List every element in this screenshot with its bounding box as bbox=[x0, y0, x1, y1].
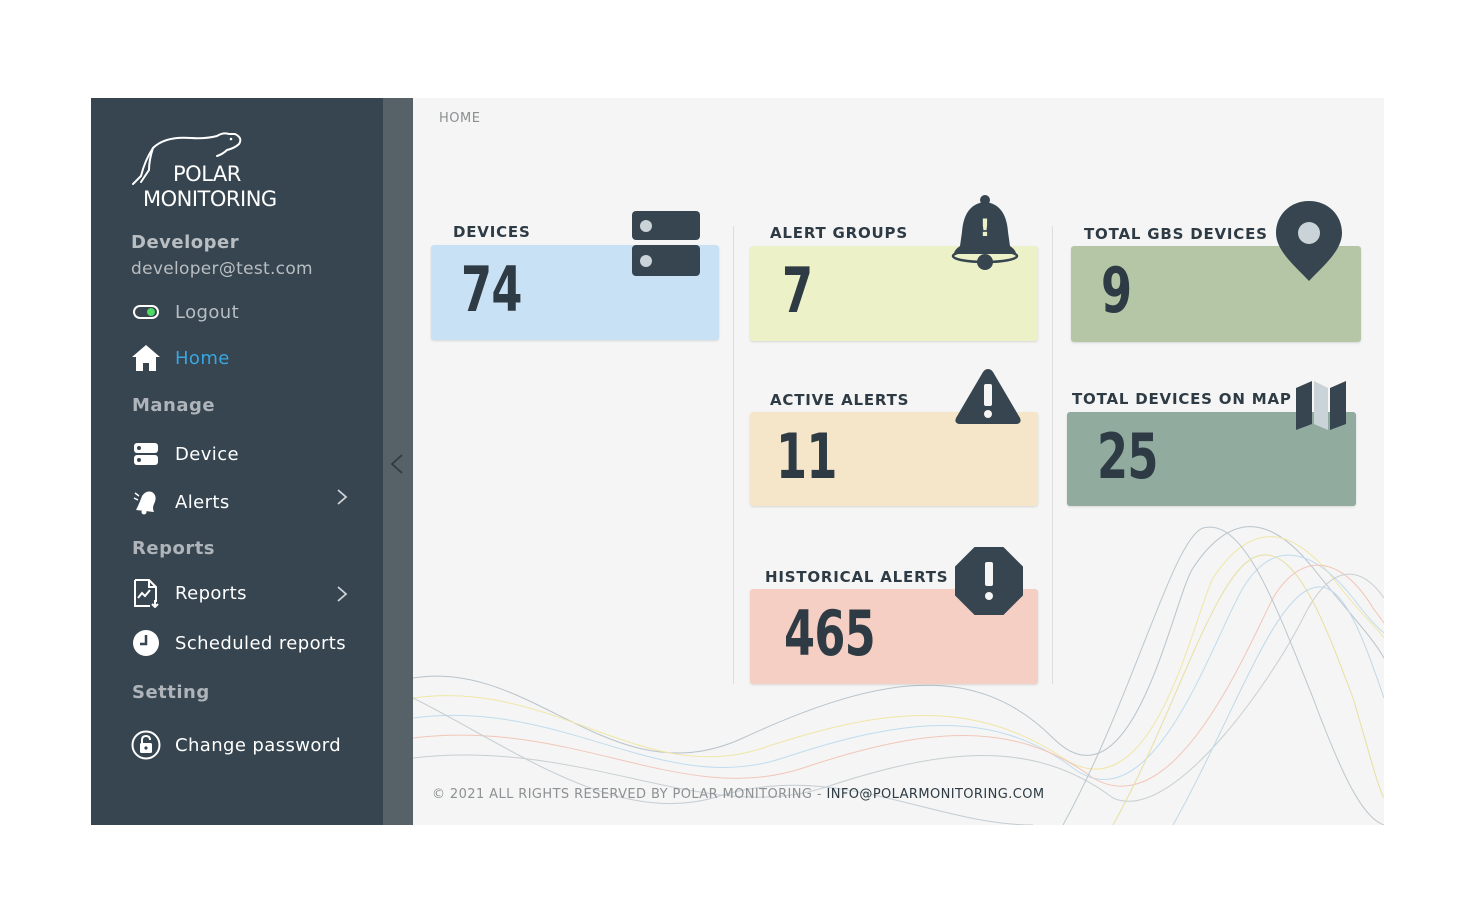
chevron-right-icon[interactable] bbox=[336, 585, 348, 603]
change-password-label: Change password bbox=[175, 734, 342, 756]
lock-icon bbox=[131, 730, 161, 760]
footer: © 2021 ALL RIGHTS RESERVED BY POLAR MONI… bbox=[432, 787, 1044, 802]
user-name: Developer bbox=[131, 232, 240, 253]
total-gbs-devices-label: TOTAL GBS DEVICES bbox=[1084, 225, 1268, 243]
column-divider bbox=[1052, 226, 1053, 684]
bell-icon: ! bbox=[951, 195, 1019, 270]
alerts-label: Alerts bbox=[175, 491, 230, 513]
server-icon bbox=[131, 439, 161, 469]
sidebar-item-reports[interactable]: Reports bbox=[131, 578, 247, 608]
sidebar: POLAR MONITORING Developer developer@tes… bbox=[91, 98, 383, 825]
breadcrumb[interactable]: HOME bbox=[439, 111, 480, 126]
sidebar-collapse-toggle[interactable] bbox=[383, 98, 413, 825]
user-email: developer@test.com bbox=[131, 259, 313, 279]
brand-name: POLAR MONITORING bbox=[143, 162, 277, 212]
brand-line-2: MONITORING bbox=[143, 187, 277, 211]
copyright-text: © 2021 ALL RIGHTS RESERVED BY POLAR MONI… bbox=[432, 787, 827, 802]
server-icon bbox=[632, 211, 700, 276]
total-gbs-devices-value: 9 bbox=[1101, 254, 1132, 327]
bell-ringing-icon bbox=[131, 487, 161, 517]
map-pin-icon bbox=[1276, 201, 1342, 281]
active-alerts-label: ACTIVE ALERTS bbox=[770, 391, 910, 409]
sidebar-item-home[interactable]: Home bbox=[131, 343, 230, 373]
report-chart-icon bbox=[131, 578, 161, 608]
chevron-right-icon[interactable] bbox=[336, 488, 348, 506]
home-label: Home bbox=[175, 347, 230, 369]
logout-button[interactable]: Logout bbox=[131, 297, 239, 327]
octagon-alert-icon bbox=[955, 547, 1023, 615]
column-divider bbox=[733, 226, 734, 684]
alert-groups-value: 7 bbox=[782, 254, 813, 327]
map-icon bbox=[1296, 381, 1346, 430]
scheduled-reports-label: Scheduled reports bbox=[175, 632, 347, 654]
historical-alerts-label: HISTORICAL ALERTS bbox=[765, 568, 949, 586]
sidebar-item-alerts[interactable]: Alerts bbox=[131, 487, 230, 517]
active-alerts-card[interactable]: 11 bbox=[750, 412, 1038, 506]
total-devices-on-map-label: TOTAL DEVICES ON MAP bbox=[1072, 390, 1292, 408]
sidebar-item-device[interactable]: Device bbox=[131, 439, 239, 469]
sidebar-item-change-password[interactable]: Change password bbox=[131, 730, 341, 760]
sidebar-item-scheduled-reports[interactable]: Scheduled reports bbox=[131, 628, 346, 658]
home-icon bbox=[131, 343, 161, 373]
section-setting: Setting bbox=[132, 682, 210, 703]
toggle-icon bbox=[131, 297, 161, 327]
svg-text:!: ! bbox=[980, 214, 991, 242]
devices-value: 74 bbox=[461, 253, 522, 326]
reports-label: Reports bbox=[175, 582, 247, 604]
alert-groups-label: ALERT GROUPS bbox=[770, 224, 908, 242]
brand-line-1: POLAR bbox=[173, 162, 241, 186]
device-label: Device bbox=[175, 443, 239, 465]
warning-icon bbox=[955, 369, 1021, 424]
logout-label: Logout bbox=[175, 301, 240, 323]
devices-label: DEVICES bbox=[453, 223, 531, 241]
total-devices-on-map-value: 25 bbox=[1097, 420, 1158, 493]
clock-icon bbox=[131, 628, 161, 658]
historical-alerts-value: 465 bbox=[784, 597, 876, 670]
active-alerts-value: 11 bbox=[776, 420, 837, 493]
contact-email-link[interactable]: INFO@POLARMONITORING.COM bbox=[827, 787, 1045, 802]
section-manage: Manage bbox=[132, 395, 216, 416]
chevron-left-icon[interactable] bbox=[389, 453, 405, 475]
app-window: POLAR MONITORING Developer developer@tes… bbox=[91, 98, 1384, 825]
section-reports: Reports bbox=[132, 538, 216, 559]
main-content: HOME DEVICES 74 ALERT GROUPS 7 ! TOTAL G… bbox=[413, 98, 1384, 825]
